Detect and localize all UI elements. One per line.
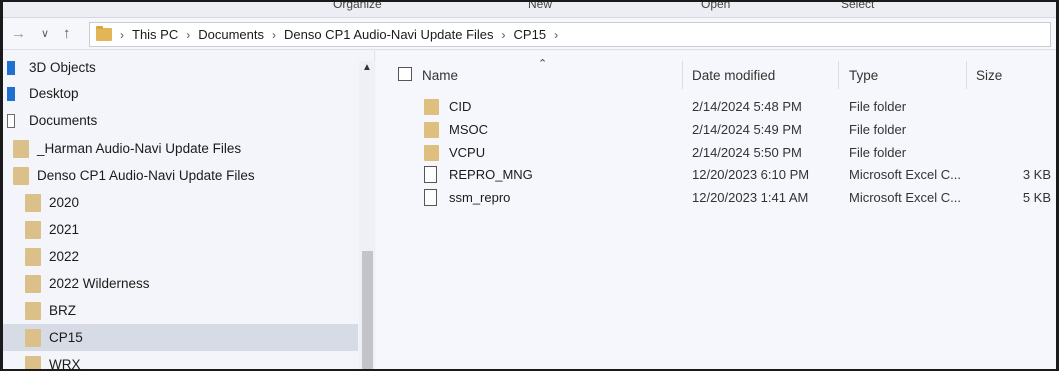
sidebar-item-label: 2022 Wilderness [49,276,150,291]
breadcrumb-separator-icon[interactable]: › [186,28,190,42]
back-arrow-icon[interactable]: → [11,24,26,44]
breadcrumb-separator-icon[interactable]: › [120,28,124,42]
sidebar-scrollbar[interactable]: ▲ [359,61,375,369]
file-row-msoc[interactable]: MSOC 2/14/2024 5:49 PM File folder [376,119,1056,142]
sidebar-item-label: Denso CP1 Audio-Navi Update Files [37,168,255,183]
file-date-modified: 2/14/2024 5:48 PM [692,99,802,114]
sidebar-item-2021[interactable]: 2021 [3,216,358,243]
sidebar-item-cp15[interactable]: CP15 [3,324,358,351]
up-arrow-icon[interactable]: ↑ [63,24,71,44]
breadcrumb-separator-icon[interactable]: › [272,28,276,42]
sidebar-item-2020[interactable]: 2020 [3,189,358,216]
file-name: MSOC [449,122,488,137]
column-divider[interactable] [838,61,839,89]
file-name: CID [449,99,472,114]
column-divider[interactable] [682,61,683,89]
column-header-size[interactable]: Size [976,68,1002,83]
desktop-icon [7,86,15,101]
recent-locations-chevron-down-icon[interactable]: ∨ [41,24,49,44]
folder-icon [25,301,41,320]
select-all-checkbox[interactable] [398,67,412,81]
breadcrumb-cp15[interactable]: CP15 [514,27,547,42]
file-date-modified: 12/20/2023 1:41 AM [692,190,809,205]
column-header-date-modified[interactable]: Date modified [692,68,775,83]
sidebar-item-denso-cp1[interactable]: Denso CP1 Audio-Navi Update Files [3,162,358,189]
ribbon-group-select: Select [841,2,875,11]
sidebar-item-2022-wilderness[interactable]: 2022 Wilderness [3,270,358,297]
file-date-modified: 2/14/2024 5:50 PM [692,145,802,160]
3d-objects-icon [7,60,15,75]
file-size: 3 KB [1022,167,1051,182]
sidebar-item-label: 2020 [49,195,80,210]
file-row-vcpu[interactable]: VCPU 2/14/2024 5:50 PM File folder [376,142,1056,165]
sidebar-item-label: 2022 [49,249,80,264]
folder-icon [25,247,41,266]
breadcrumb-this-pc[interactable]: This PC [132,27,178,42]
folder-icon [13,166,29,185]
sidebar-item-label: BRZ [49,303,76,318]
folder-icon [424,99,439,115]
sidebar-item-2022[interactable]: 2022 [3,243,358,270]
address-bar[interactable]: › This PC › Documents › Denso CP1 Audio-… [89,22,1051,47]
file-size: 5 KB [1022,190,1051,205]
breadcrumb-separator-icon[interactable]: › [502,28,506,42]
column-header-type[interactable]: Type [849,68,878,83]
folder-icon [424,145,439,161]
sidebar-item-harman[interactable]: _Harman Audio-Navi Update Files [3,135,358,162]
navigation-bar: → ∨ ↑ › This PC › Documents › Denso CP1 … [3,18,1056,50]
scroll-up-arrow-icon[interactable]: ▲ [359,61,375,75]
sidebar-item-label: _Harman Audio-Navi Update Files [37,141,242,156]
file-row-repro-mng[interactable]: REPRO_MNG 12/20/2023 6:10 PM Microsoft E… [376,164,1056,187]
sidebar-item-3d-objects[interactable]: 3D Objects [3,54,358,81]
scrollbar-thumb[interactable] [362,251,373,369]
file-date-modified: 2/14/2024 5:49 PM [692,122,802,137]
folder-icon [25,193,41,212]
file-list-pane: ⌃ Name Date modified Type Size CID 2/14/… [376,51,1056,369]
ribbon-group-open: Open [701,2,731,11]
sidebar-item-label: 3D Objects [29,60,96,75]
sidebar-item-wrx[interactable]: WRX [3,351,358,369]
sidebar-item-label: 2021 [49,222,80,237]
file-date-modified: 12/20/2023 6:10 PM [692,167,810,182]
breadcrumb-separator-icon[interactable]: › [554,28,558,42]
breadcrumb-documents[interactable]: Documents [198,27,264,42]
folder-icon [25,355,41,369]
file-type: Microsoft Excel C... [849,167,961,182]
file-row-ssm-repro[interactable]: ssm_repro 12/20/2023 1:41 AM Microsoft E… [376,187,1056,210]
sidebar-item-label: CP15 [49,330,83,345]
folder-icon [13,139,29,158]
sidebar-item-label: WRX [49,357,81,369]
file-type: File folder [849,99,907,114]
folder-icon [25,274,41,293]
file-type: File folder [849,122,907,137]
sort-ascending-icon: ⌃ [538,58,548,70]
folder-icon [96,26,112,41]
excel-csv-file-icon [424,166,437,183]
excel-csv-file-icon [424,189,437,206]
file-name: REPRO_MNG [449,167,533,182]
navigation-pane: 3D Objects Desktop Documents _Harman Aud… [3,51,375,369]
documents-icon [7,113,15,128]
column-divider[interactable] [966,61,967,89]
sidebar-item-desktop[interactable]: Desktop [3,80,358,107]
file-name: ssm_repro [449,190,511,205]
sidebar-item-label: Desktop [29,86,79,101]
folder-icon [424,122,439,138]
ribbon-group-new: New [528,2,553,11]
file-explorer-window: Organize New Open Select → ∨ ↑ › This PC… [3,2,1056,369]
ribbon-group-labels: Organize New Open Select [3,2,1056,18]
folder-icon [25,220,41,239]
breadcrumb-denso-cp1[interactable]: Denso CP1 Audio-Navi Update Files [284,27,494,42]
file-name: VCPU [449,145,486,160]
file-row-cid[interactable]: CID 2/14/2024 5:48 PM File folder [376,96,1056,119]
file-type: Microsoft Excel C... [849,190,961,205]
sidebar-item-brz[interactable]: BRZ [3,297,358,324]
file-type: File folder [849,145,907,160]
sidebar-item-documents[interactable]: Documents [3,107,358,134]
folder-icon [25,328,41,347]
column-header-name[interactable]: Name [422,68,458,83]
sidebar-item-label: Documents [29,113,98,128]
ribbon-group-organize: Organize [333,2,382,11]
